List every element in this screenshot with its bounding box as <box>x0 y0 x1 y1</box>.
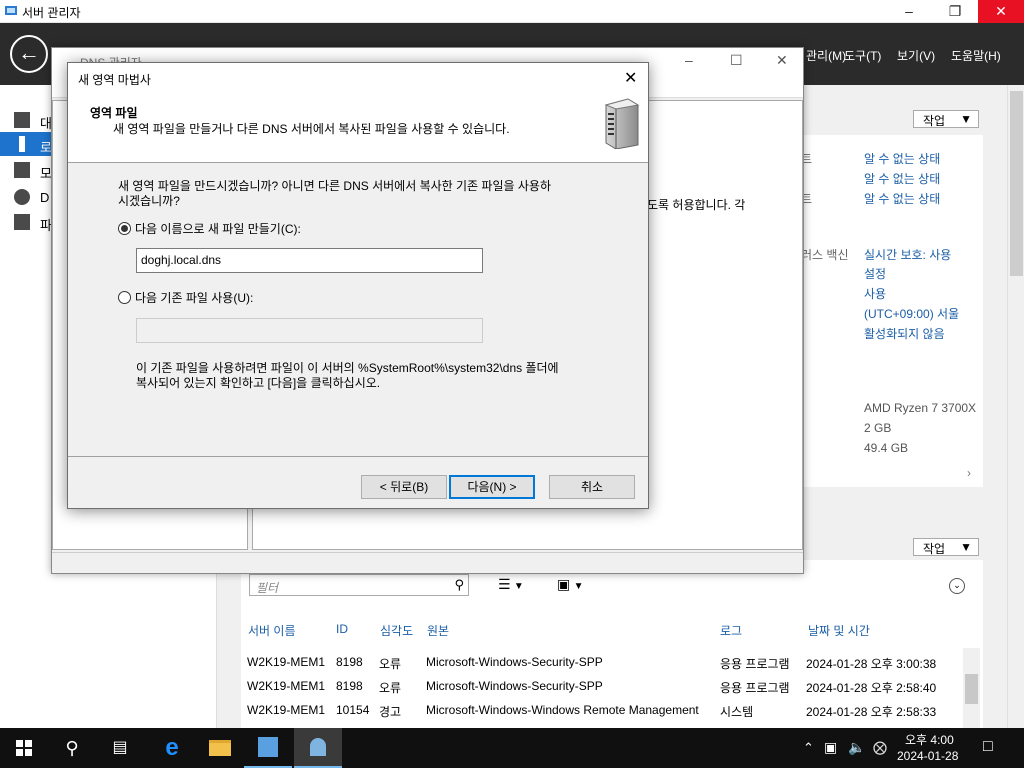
divider <box>68 456 648 457</box>
clock-time[interactable]: 오후 4:00 <box>905 731 954 748</box>
prop-value-link[interactable]: 알 수 없는 상태 <box>864 170 940 187</box>
table-row[interactable]: W2K19-MEM1 8198 오류 Microsoft-Windows-Sec… <box>247 679 947 697</box>
taskbar: ⚲ ▤ e ⌃ ▣ 🔈 ⨂ 오후 4:00 2024-01-28 □ <box>0 728 1024 768</box>
minimize-button[interactable]: – <box>886 0 932 23</box>
prop-value-link[interactable]: 활성화되지 않음 <box>864 325 945 342</box>
action-center-icon[interactable]: □ <box>983 738 993 756</box>
col-server-name[interactable]: 서버 이름 <box>248 622 296 639</box>
question-text-cont: 시겠습니까? <box>118 194 180 208</box>
start-button[interactable] <box>0 728 48 768</box>
prop-value-link[interactable]: 설정 <box>864 265 886 282</box>
next-button[interactable]: 다음(N) > <box>449 475 535 499</box>
menu-tools[interactable]: 도구(T) <box>844 47 881 64</box>
save-query-button[interactable]: ▣ ▼ <box>557 576 593 596</box>
properties-tasks-dropdown[interactable]: 작업 ▼ <box>913 110 979 128</box>
search-taskbar-icon[interactable]: ⚲ <box>48 728 96 768</box>
col-datetime[interactable]: 날짜 및 시간 <box>808 622 870 639</box>
wizard-titlebar: 새 영역 마법사 ✕ <box>68 63 648 93</box>
note-text-cont: 복사되어 있는지 확인하고 [다음]을 클릭하십시오. <box>136 376 381 390</box>
existing-file-input[interactable] <box>136 318 483 343</box>
col-id[interactable]: ID <box>336 622 348 636</box>
col-log[interactable]: 로그 <box>720 622 742 639</box>
dns-statusbar <box>52 552 803 573</box>
prop-value-link[interactable]: (UTC+09:00) 서울 <box>864 305 959 322</box>
wizard-close-button[interactable]: ✕ <box>624 68 637 88</box>
server-manager-taskbar-icon[interactable] <box>244 728 292 768</box>
file-explorer-icon[interactable] <box>196 728 244 768</box>
page-scrollbar[interactable] <box>1007 85 1024 728</box>
dns-maximize-button[interactable]: ☐ <box>730 52 743 69</box>
processor-value: AMD Ryzen 7 3700X <box>864 401 977 415</box>
banner-title: 영역 파일 <box>90 106 138 120</box>
dns-close-button[interactable]: ✕ <box>776 52 788 69</box>
info-icon <box>19 136 25 152</box>
disk-value: 49.4 GB <box>864 441 909 455</box>
menu-manage[interactable]: 관리(M) <box>806 47 846 64</box>
chevron-up-icon[interactable]: ⌃ <box>803 740 814 756</box>
prop-label: 러스 백신 <box>801 248 849 262</box>
radio-new-file[interactable] <box>118 222 131 235</box>
menu-help[interactable]: 도움말(H) <box>951 47 1001 64</box>
cancel-button[interactable]: 취소 <box>549 475 635 499</box>
col-source[interactable]: 원본 <box>427 622 449 639</box>
dns-icon <box>14 189 30 205</box>
windows-logo-icon <box>16 740 32 756</box>
dashboard-icon <box>14 112 30 128</box>
option-new-file-label[interactable]: 다음 이름으로 새 파일 만들기(C): <box>135 220 301 237</box>
window-title: 서버 관리자 <box>22 6 81 20</box>
col-severity[interactable]: 심각도 <box>380 622 413 639</box>
menu-view[interactable]: 보기(V) <box>897 47 935 64</box>
prop-value-link[interactable]: 사용 <box>864 285 886 302</box>
server-manager-icon <box>5 6 17 15</box>
back-button[interactable]: ← <box>10 35 48 73</box>
banner-subtitle: 새 영역 파일을 만들거나 다른 DNS 서버에서 복사된 파일을 사용할 수 … <box>113 122 510 136</box>
prop-value-link[interactable]: 알 수 없는 상태 <box>864 150 940 167</box>
events-scrollbar[interactable] <box>963 648 980 728</box>
dns-description-text: 도록 허용합니다. 각 <box>647 198 746 212</box>
new-zone-wizard-dialog: 새 영역 마법사 ✕ 영역 파일 새 영역 파일을 만들거나 다른 DNS 서버… <box>67 62 649 509</box>
close-button[interactable]: ✕ <box>978 0 1024 23</box>
option-existing-file-label[interactable]: 다음 기존 파일 사용(U): <box>135 289 253 306</box>
wizard-banner: 영역 파일 새 영역 파일을 만들거나 다른 DNS 서버에서 복사된 파일을 … <box>68 93 648 163</box>
events-tasks-dropdown[interactable]: 작업 ▼ <box>913 538 979 556</box>
back-wizard-button[interactable]: < 뒤로(B) <box>361 475 447 499</box>
prop-value-link[interactable]: 실시간 보호: 사용 <box>864 246 951 263</box>
prop-value-link[interactable]: 알 수 없는 상태 <box>864 190 940 207</box>
server-icon <box>604 98 640 149</box>
search-icon: ⚲ <box>454 577 464 592</box>
wizard-title: 새 영역 마법사 <box>78 73 151 87</box>
scroll-right-icon[interactable]: › <box>967 466 971 480</box>
radio-existing-file[interactable] <box>118 291 131 304</box>
clock-date[interactable]: 2024-01-28 <box>897 749 958 763</box>
query-options-button[interactable]: ☰ ▼ <box>498 576 534 596</box>
server-manager-titlebar: 서버 관리자 – ❐ ✕ <box>0 0 1024 23</box>
new-file-name-input[interactable]: doghj.local.dns <box>136 248 483 273</box>
table-row[interactable]: W2K19-MEM1 8198 오류 Microsoft-Windows-Sec… <box>247 655 947 673</box>
dns-minimize-button[interactable]: – <box>685 52 693 68</box>
task-view-icon[interactable]: ▤ <box>96 728 144 768</box>
volume-icon[interactable]: 🔈 <box>848 739 865 756</box>
question-text: 새 영역 파일을 만드시겠습니까? 아니면 다른 DNS 서버에서 복사한 기존… <box>118 179 552 193</box>
restore-button[interactable]: ❐ <box>932 0 978 23</box>
network-icon[interactable]: ▣ <box>824 739 837 756</box>
memory-value: 2 GB <box>864 421 892 435</box>
table-row[interactable]: W2K19-MEM1 10154 경고 Microsoft-Windows-Wi… <box>247 703 947 721</box>
servers-icon <box>14 162 30 178</box>
expand-chevron-icon[interactable]: ⌄ <box>949 578 965 594</box>
events-filter-input[interactable]: 필터 ⚲ <box>249 574 469 596</box>
internet-explorer-icon[interactable]: e <box>148 728 196 768</box>
scrollbar-thumb[interactable] <box>1010 91 1023 276</box>
files-icon <box>14 214 30 230</box>
dns-manager-taskbar-icon[interactable] <box>294 728 342 768</box>
notification-error-icon[interactable]: ⨂ <box>873 739 887 756</box>
